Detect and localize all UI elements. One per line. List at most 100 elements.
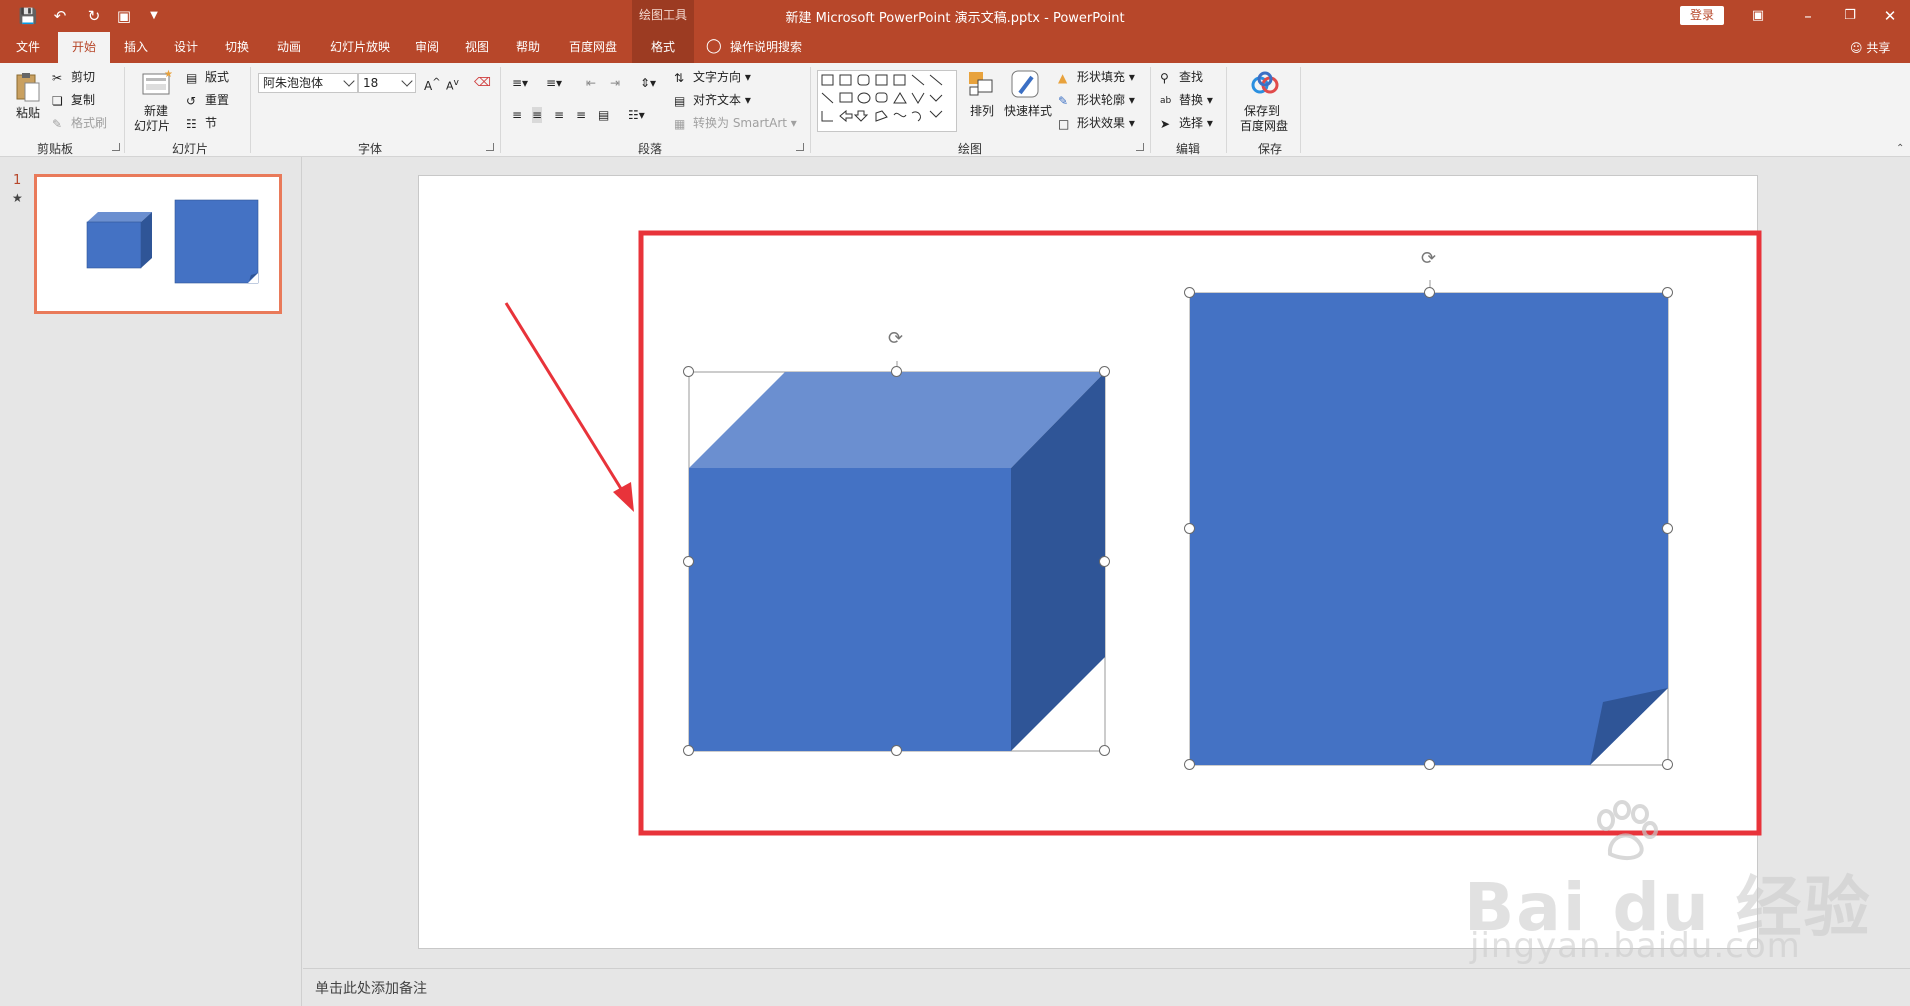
tab-file[interactable]: 文件	[6, 32, 50, 63]
font-launcher[interactable]	[486, 143, 494, 151]
cube-resize-handle[interactable]	[1099, 556, 1110, 567]
notes-placeholder[interactable]: 单击此处添加备注	[315, 978, 427, 998]
scissors-icon: ✂	[52, 70, 63, 85]
ribbon-display-icon[interactable]: ▣	[1740, 4, 1776, 28]
paste-button[interactable]: 粘贴	[16, 105, 40, 121]
cube-rotate-icon[interactable]: ⟳	[888, 329, 908, 349]
arrange-icon[interactable]	[966, 69, 998, 99]
new-slide-label-1[interactable]: 新建	[144, 103, 168, 119]
font-name-combo[interactable]: 阿朱泡泡体	[258, 73, 358, 93]
baidu-cloud-icon[interactable]	[1250, 71, 1282, 101]
format-painter-button[interactable]: ✎ 格式刷	[52, 115, 107, 132]
tab-format[interactable]: 格式	[632, 32, 694, 63]
collapse-ribbon-icon[interactable]: ⌃	[1896, 143, 1904, 154]
arrange-button[interactable]: 排列	[970, 103, 994, 119]
replace-button[interactable]: ab 替换 ▾	[1160, 92, 1213, 109]
folded-resize-handle[interactable]	[1184, 523, 1195, 534]
grow-font-icon[interactable]: A^	[424, 75, 441, 94]
login-button[interactable]: 登录	[1680, 6, 1724, 25]
new-slide-label-2[interactable]: 幻灯片	[134, 118, 170, 134]
shape-fill-button[interactable]: ▲ 形状填充 ▾	[1058, 69, 1135, 86]
folded-resize-handle[interactable]	[1424, 287, 1435, 298]
select-button[interactable]: ➤ 选择 ▾	[1160, 115, 1213, 132]
shrink-font-icon[interactable]: Av	[446, 75, 459, 95]
close-icon[interactable]: ✕	[1872, 4, 1908, 28]
folded-resize-handle[interactable]	[1662, 523, 1673, 534]
tab-review[interactable]: 审阅	[406, 32, 448, 63]
tell-me-search[interactable]: 操作说明搜索	[730, 32, 820, 63]
font-size-combo[interactable]: 18	[358, 73, 416, 93]
columns-icon[interactable]: ☷▾	[628, 107, 645, 123]
align-center-icon[interactable]: ≡	[532, 107, 543, 123]
quick-styles-icon[interactable]	[1010, 69, 1042, 99]
smartart-icon: ▦	[674, 116, 686, 131]
ribbon: 粘贴 ✂ 剪切 ❏ 复制 ✎ 格式刷 剪贴板 ★ 新建 幻灯片 ▤ 版式 ↺ 重置 ☷ 节 …	[0, 63, 1910, 187]
align-right-icon[interactable]: ≡	[554, 107, 564, 123]
save-to-label-1[interactable]: 保存到	[1244, 103, 1280, 119]
shape-outline-button[interactable]: ✎ 形状轮廓 ▾	[1058, 92, 1135, 109]
cube-resize-handle[interactable]	[1099, 745, 1110, 756]
text-direction-button[interactable]: ⇅ 文字方向 ▾	[674, 69, 751, 86]
cursor-icon: ➤	[1160, 116, 1171, 131]
reset-button[interactable]: ↺ 重置	[186, 92, 229, 109]
cube-resize-handle[interactable]	[683, 745, 694, 756]
cube-resize-handle[interactable]	[891, 745, 902, 756]
cut-button[interactable]: ✂ 剪切	[52, 69, 95, 86]
tab-transitions[interactable]: 切换	[214, 32, 260, 63]
clear-formatting-icon[interactable]: ⌫	[474, 74, 491, 90]
align-text-button[interactable]: ▤ 对齐文本 ▾	[674, 92, 751, 109]
watermark-url: jingyan.baidu.com	[1470, 926, 1801, 966]
layout-button[interactable]: ▤ 版式	[186, 69, 229, 86]
paste-icon[interactable]	[12, 71, 44, 102]
paragraph-launcher[interactable]	[796, 143, 804, 151]
clipboard-group-label: 剪贴板	[36, 142, 73, 156]
bullets-icon[interactable]: ≡▾	[512, 75, 528, 91]
new-slide-icon[interactable]: ★	[140, 69, 173, 99]
cube-resize-handle[interactable]	[891, 366, 902, 377]
folded-resize-handle[interactable]	[1662, 287, 1673, 298]
folded-resize-handle[interactable]	[1184, 287, 1195, 298]
increase-indent-icon[interactable]: ⇥	[610, 75, 620, 91]
cube-resize-handle[interactable]	[1099, 366, 1110, 377]
clipboard-launcher[interactable]	[112, 143, 120, 151]
share-button[interactable]: ☺ 共享	[1850, 39, 1890, 56]
convert-smartart-button[interactable]: ▦ 转换为 SmartArt ▾	[674, 115, 797, 132]
folded-resize-handle[interactable]	[1662, 759, 1673, 770]
tab-insert[interactable]: 插入	[114, 32, 158, 63]
slide-canvas[interactable]	[418, 175, 1758, 949]
shapes-gallery[interactable]	[817, 70, 957, 132]
cube-resize-handle[interactable]	[683, 366, 694, 377]
notes-bar[interactable]: 单击此处添加备注	[303, 968, 1910, 1006]
drawing-launcher[interactable]	[1136, 143, 1144, 151]
tab-help[interactable]: 帮助	[506, 32, 550, 63]
align-left-icon[interactable]: ≡	[512, 107, 522, 123]
group-divider	[250, 67, 251, 153]
tab-animations[interactable]: 动画	[266, 32, 312, 63]
section-button[interactable]: ☷ 节	[186, 115, 217, 132]
tab-baidu-netdisk[interactable]: 百度网盘	[558, 32, 628, 63]
justify-icon[interactable]: ≡	[576, 107, 586, 123]
paintbrush-icon: ✎	[52, 116, 63, 131]
tab-design[interactable]: 设计	[164, 32, 208, 63]
slide-thumbnail[interactable]	[34, 174, 282, 314]
minimize-icon[interactable]: –	[1790, 4, 1826, 28]
shape-effects-button[interactable]: □ 形状效果 ▾	[1058, 115, 1135, 132]
tab-view[interactable]: 视图	[456, 32, 498, 63]
tab-slideshow[interactable]: 幻灯片放映	[320, 32, 400, 63]
quick-styles-button[interactable]: 快速样式	[1004, 103, 1052, 119]
paragraph-group-label: 段落	[637, 142, 662, 156]
folded-resize-handle[interactable]	[1424, 759, 1435, 770]
find-button[interactable]: ⚲ 查找	[1160, 69, 1203, 86]
line-spacing-icon[interactable]: ⇕▾	[640, 75, 656, 91]
decrease-indent-icon[interactable]: ⇤	[586, 75, 596, 91]
folded-rotate-icon[interactable]: ⟳	[1421, 249, 1441, 269]
group-divider	[124, 67, 125, 153]
save-to-label-2[interactable]: 百度网盘	[1240, 118, 1288, 134]
numbering-icon[interactable]: ≡▾	[546, 75, 562, 91]
copy-button[interactable]: ❏ 复制	[52, 92, 95, 109]
folded-resize-handle[interactable]	[1184, 759, 1195, 770]
restore-icon[interactable]: ❐	[1832, 4, 1868, 28]
distributed-icon[interactable]: ▤	[598, 107, 609, 123]
tab-home[interactable]: 开始	[58, 32, 110, 63]
cube-resize-handle[interactable]	[683, 556, 694, 567]
